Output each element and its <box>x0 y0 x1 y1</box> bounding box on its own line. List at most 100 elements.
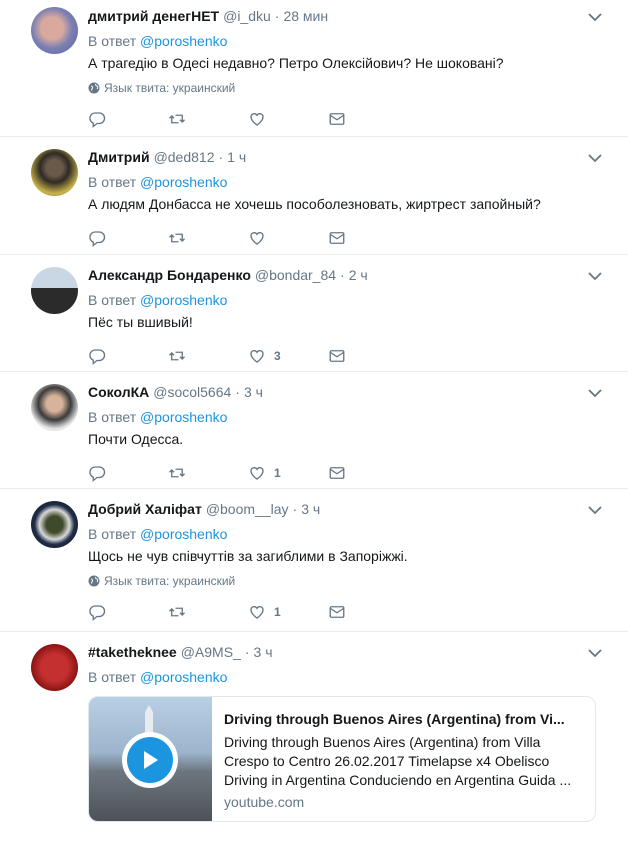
card-title[interactable]: Driving through Buenos Aires (Argentina)… <box>224 709 583 729</box>
caret-down-icon[interactable] <box>588 505 602 515</box>
link-card[interactable]: Driving through Buenos Aires (Argentina)… <box>88 696 596 822</box>
avatar[interactable] <box>31 267 78 314</box>
reply-context: В ответ @poroshenko <box>88 173 608 191</box>
tweet[interactable]: Александр Бондаренко @bondar_84 · 2 ч В … <box>0 255 628 372</box>
like-button[interactable]: 1 <box>248 602 328 622</box>
tweet-time[interactable]: 3 ч <box>254 644 273 660</box>
reply-prefix: В ответ <box>88 409 137 425</box>
tweet[interactable]: СоколКА @socol5664 · 3 ч В ответ @porosh… <box>0 372 628 489</box>
user-handle[interactable]: @i_dku <box>223 8 271 24</box>
separator-dot: · <box>340 267 345 283</box>
reply-mention-link[interactable]: @poroshenko <box>140 526 227 542</box>
reply-prefix: В ответ <box>88 33 137 49</box>
user-name[interactable]: Дмитрий <box>88 149 150 165</box>
retweet-button[interactable] <box>168 463 248 483</box>
language-label: Язык твита: украинский <box>104 574 236 588</box>
user-name[interactable]: #taketheknee <box>88 644 177 660</box>
globe-icon <box>88 82 100 94</box>
tweet-text: А трагедію в Одесі недавно? Петро Олексі… <box>88 55 504 71</box>
tweet-actions <box>88 220 608 256</box>
reply-icon <box>88 347 106 365</box>
tweet-time[interactable]: 3 ч <box>244 384 263 400</box>
retweet-button[interactable] <box>168 109 248 129</box>
reply-mention-link[interactable]: @poroshenko <box>140 409 227 425</box>
like-count: 1 <box>274 466 281 480</box>
play-icon <box>144 751 158 769</box>
tweet-actions <box>88 101 608 137</box>
reply-button[interactable] <box>88 602 168 622</box>
tweet-language: Язык твита: украинский <box>88 81 608 95</box>
retweet-icon <box>168 110 186 128</box>
reply-context: В ответ @poroshenko <box>88 668 608 686</box>
message-icon <box>328 347 346 365</box>
tweet-time[interactable]: 3 ч <box>301 501 320 517</box>
user-name[interactable]: Александр Бондаренко <box>88 267 251 283</box>
tweet-actions: 3 <box>88 338 608 374</box>
user-name[interactable]: Добрий Халіфат <box>88 501 202 517</box>
tweet[interactable]: дмитрий денегНЕТ @i_dku · 28 мин В ответ… <box>0 0 628 137</box>
tweet[interactable]: Добрий Халіфат @boom__lay · 3 ч В ответ … <box>0 489 628 632</box>
tweet-text: Щось не чув співчуттів за загиблими в За… <box>88 548 408 564</box>
reply-button[interactable] <box>88 228 168 248</box>
caret-down-icon[interactable] <box>588 12 602 22</box>
caret-down-icon[interactable] <box>588 271 602 281</box>
avatar[interactable] <box>31 644 78 691</box>
tweet-text: Пёс ты вшивый! <box>88 314 193 330</box>
tweet-actions: 1 <box>88 594 608 630</box>
tweet[interactable]: #taketheknee @A9MS_ · 3 ч В ответ @poros… <box>0 632 628 841</box>
message-button[interactable] <box>328 463 408 483</box>
avatar[interactable] <box>31 384 78 431</box>
reply-mention-link[interactable]: @poroshenko <box>140 33 227 49</box>
tweet[interactable]: Дмитрий @ded812 · 1 ч В ответ @poroshenk… <box>0 137 628 255</box>
message-button[interactable] <box>328 228 408 248</box>
tweet-language: Язык твита: украинский <box>88 574 608 588</box>
user-handle[interactable]: @socol5664 <box>153 384 231 400</box>
reply-button[interactable] <box>88 346 168 366</box>
like-button[interactable] <box>248 109 328 129</box>
like-button[interactable] <box>248 228 328 248</box>
retweet-icon <box>168 603 186 621</box>
reply-mention-link[interactable]: @poroshenko <box>140 669 227 685</box>
caret-down-icon[interactable] <box>588 388 602 398</box>
user-handle[interactable]: @A9MS_ <box>181 644 241 660</box>
caret-down-icon[interactable] <box>588 153 602 163</box>
reply-prefix: В ответ <box>88 174 137 190</box>
retweet-icon <box>168 229 186 247</box>
tweet-time[interactable]: 2 ч <box>349 267 368 283</box>
reply-mention-link[interactable]: @poroshenko <box>140 292 227 308</box>
like-icon <box>248 347 266 365</box>
user-handle[interactable]: @ded812 <box>154 149 215 165</box>
tweet-actions: 1 <box>88 455 608 491</box>
tweet-time[interactable]: 28 мин <box>283 8 328 24</box>
play-button[interactable] <box>122 732 178 788</box>
like-button[interactable]: 1 <box>248 463 328 483</box>
message-icon <box>328 464 346 482</box>
message-button[interactable] <box>328 602 408 622</box>
retweet-button[interactable] <box>168 602 248 622</box>
reply-button[interactable] <box>88 463 168 483</box>
user-handle[interactable]: @boom__lay <box>206 501 289 517</box>
user-handle[interactable]: @bondar_84 <box>255 267 336 283</box>
caret-down-icon[interactable] <box>588 648 602 658</box>
user-name[interactable]: дмитрий денегНЕТ <box>88 8 219 24</box>
message-button[interactable] <box>328 346 408 366</box>
reply-button[interactable] <box>88 109 168 129</box>
user-name[interactable]: СоколКА <box>88 384 149 400</box>
tweet-time[interactable]: 1 ч <box>227 149 246 165</box>
retweet-button[interactable] <box>168 228 248 248</box>
reply-prefix: В ответ <box>88 292 137 308</box>
video-thumbnail[interactable] <box>89 697 212 821</box>
card-body: Driving through Buenos Aires (Argentina)… <box>212 697 595 821</box>
like-button[interactable]: 3 <box>248 346 328 366</box>
separator-dot: · <box>274 8 280 24</box>
retweet-button[interactable] <box>168 346 248 366</box>
retweet-icon <box>168 347 186 365</box>
reply-icon <box>88 229 106 247</box>
avatar[interactable] <box>31 7 78 54</box>
like-icon <box>248 110 266 128</box>
avatar[interactable] <box>31 149 78 196</box>
message-button[interactable] <box>328 109 408 129</box>
reply-mention-link[interactable]: @poroshenko <box>140 174 227 190</box>
separator-dot: · <box>235 384 240 400</box>
avatar[interactable] <box>31 501 78 548</box>
